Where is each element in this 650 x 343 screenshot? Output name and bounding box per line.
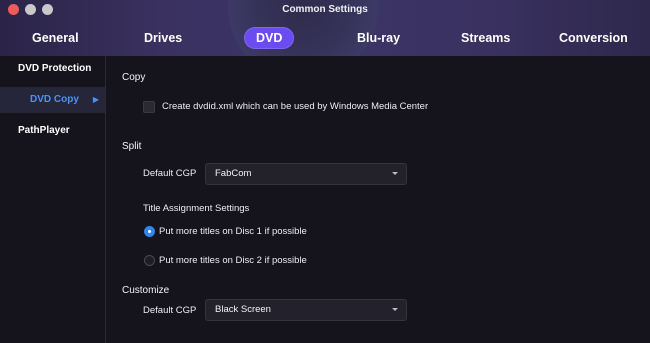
customize-default-cgp-select[interactable]: Black Screen [205, 299, 407, 321]
chevron-down-icon [392, 308, 398, 311]
disc2-radio[interactable] [144, 255, 155, 266]
disc1-radio[interactable] [144, 226, 155, 237]
tab-conversion[interactable]: Conversion [559, 27, 628, 49]
sidebar-item-dvd-protection[interactable]: DVD Protection [0, 56, 105, 82]
split-heading: Split [122, 141, 142, 152]
disc2-radio-label: Put more titles on Disc 2 if possible [159, 255, 307, 266]
tab-general[interactable]: General [32, 27, 79, 49]
split-default-cgp-label: Default CGP [143, 168, 197, 179]
tab-drives[interactable]: Drives [144, 27, 182, 49]
disc1-radio-label: Put more titles on Disc 1 if possible [159, 226, 307, 237]
customize-default-cgp-label: Default CGP [143, 305, 197, 316]
tab-bar: General Drives DVD Blu-ray Streams Conve… [0, 27, 650, 49]
window-title: Common Settings [282, 4, 368, 15]
split-default-cgp-select[interactable]: FabCom [205, 163, 407, 185]
sidebar-item-label: PathPlayer [18, 125, 70, 136]
settings-panel: Copy Create dvdid.xml which can be used … [106, 56, 650, 343]
sidebar-item-dvd-copy[interactable]: DVD Copy ▶ [0, 87, 105, 113]
chevron-down-icon [392, 172, 398, 175]
sidebar-item-label: DVD Copy [30, 94, 79, 105]
sidebar-item-label: DVD Protection [18, 63, 92, 74]
chevron-right-icon: ▶ [92, 95, 99, 104]
split-default-cgp-value: FabCom [215, 168, 252, 179]
customize-default-cgp-value: Black Screen [215, 304, 271, 315]
sidebar-item-pathplayer[interactable]: PathPlayer [0, 118, 105, 144]
tab-dvd[interactable]: DVD [244, 27, 295, 49]
customize-heading: Customize [122, 285, 170, 296]
title-bar: Common Settings General Drives DVD Blu-r… [0, 0, 650, 56]
tab-blu-ray[interactable]: Blu-ray [357, 27, 400, 49]
title-assignment-heading: Title Assignment Settings [143, 203, 250, 214]
copy-heading: Copy [122, 72, 146, 83]
tab-streams[interactable]: Streams [461, 27, 510, 49]
sidebar: DVD Protection DVD Copy ▶ PathPlayer [0, 56, 106, 343]
create-dvdid-label: Create dvdid.xml which can be used by Wi… [162, 101, 429, 112]
create-dvdid-checkbox[interactable] [143, 101, 155, 113]
